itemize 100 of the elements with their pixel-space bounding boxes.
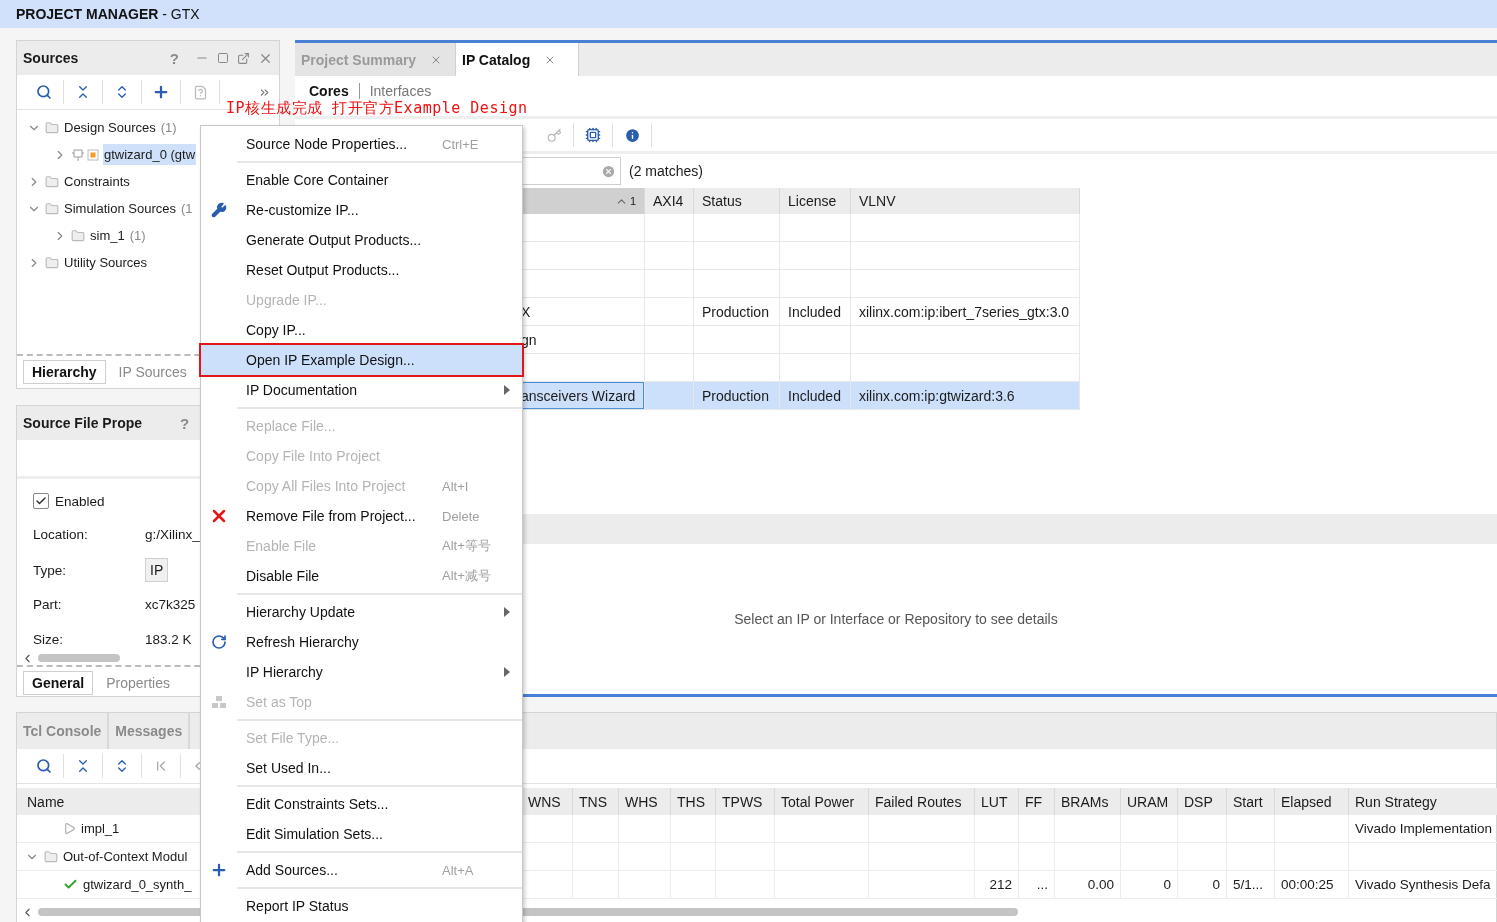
table-cell xyxy=(975,815,1019,843)
details-message: Select an IP or Interface or Repository to see details xyxy=(734,611,1058,627)
table-cell: xilinx.com:ip:gtwizard:3.6 xyxy=(851,382,1080,410)
help-box-icon[interactable] xyxy=(192,84,208,100)
field-value: xc7k325 xyxy=(145,597,196,612)
column-header[interactable]: Run Strategy xyxy=(1349,788,1497,815)
ip-core-icon xyxy=(71,147,99,162)
panel-title: Source File Prope xyxy=(23,415,143,431)
run-name[interactable]: gtwizard_0_synth_ xyxy=(83,877,192,892)
sub-tab[interactable]: Interfaces xyxy=(369,83,442,99)
table-cell: Production xyxy=(694,298,780,326)
editor-tab[interactable]: IP Catalog xyxy=(456,43,579,76)
column-header[interactable]: BRAMs xyxy=(1055,788,1121,815)
field-label: Size: xyxy=(33,632,63,647)
check-icon xyxy=(63,877,78,892)
column-header[interactable]: WNS xyxy=(522,788,573,815)
column-header[interactable]: Elapsed xyxy=(1275,788,1349,815)
play-outline-icon xyxy=(63,822,76,835)
menu-item[interactable]: Generate Output Products... xyxy=(201,225,522,255)
column-header[interactable]: WHS xyxy=(619,788,671,815)
shortcut-hint: Alt+I xyxy=(442,479,469,494)
enabled-checkbox[interactable] xyxy=(33,493,49,509)
column-header[interactable]: TNS xyxy=(573,788,619,815)
menu-item[interactable]: Reset Output Products... xyxy=(201,255,522,285)
column-header[interactable]: VLNV xyxy=(851,188,1080,214)
panel-title: Sources xyxy=(23,50,79,66)
panel-tab[interactable]: Hierarchy xyxy=(23,360,106,384)
float-icon[interactable] xyxy=(237,51,250,65)
sort-order: 1 xyxy=(629,195,636,207)
add-icon[interactable] xyxy=(152,83,170,101)
sub-tab[interactable]: Cores xyxy=(309,83,360,99)
field-label: Location: xyxy=(33,527,88,542)
match-count: (2 matches) xyxy=(629,163,703,179)
menu-item[interactable]: Edit Constraints Sets... xyxy=(201,789,522,819)
table-cell: 00:00:25 xyxy=(1275,871,1349,899)
menu-item[interactable]: Source Node Properties... Ctrl+E xyxy=(201,129,522,159)
folder-icon xyxy=(44,849,58,864)
folder-icon xyxy=(45,174,59,189)
table-cell: Vivado Synthesis Defa xyxy=(1349,871,1497,899)
column-header[interactable]: AXI4 xyxy=(645,188,694,214)
menu-item[interactable]: Enable Core Container xyxy=(201,165,522,195)
column-header[interactable]: Failed Routes xyxy=(869,788,975,815)
tree-item[interactable]: Utility Sources xyxy=(63,252,149,273)
column-header[interactable]: TPWS xyxy=(716,788,775,815)
table-cell xyxy=(1055,815,1121,843)
info-icon[interactable] xyxy=(623,126,641,144)
menu-item[interactable]: IP Documentation xyxy=(201,375,522,405)
menu-item[interactable]: Report IP Status xyxy=(201,891,522,921)
refresh-icon xyxy=(211,634,227,650)
table-cell xyxy=(573,815,619,843)
menu-item[interactable]: Refresh Hierarchy xyxy=(201,627,522,657)
folder-icon xyxy=(45,201,59,216)
menu-item[interactable]: Add Sources... Alt+A xyxy=(201,855,522,885)
menu-item[interactable]: Remove File from Project... Delete xyxy=(201,501,522,531)
search-icon[interactable] xyxy=(36,758,52,774)
clear-icon[interactable] xyxy=(601,163,616,179)
menu-item[interactable]: Open IP Example Design... xyxy=(201,345,522,375)
table-cell xyxy=(780,214,851,242)
maximize-icon[interactable] xyxy=(217,52,229,64)
column-header[interactable]: LUT xyxy=(975,788,1019,815)
tree-item[interactable]: Constraints xyxy=(63,171,131,192)
column-header[interactable]: Total Power xyxy=(775,788,869,815)
column-header[interactable]: THS xyxy=(671,788,716,815)
item-count: (1) xyxy=(160,120,177,135)
add-icon xyxy=(210,861,228,879)
chip-icon[interactable] xyxy=(585,127,601,143)
field-value: g:/Xilinx_ xyxy=(145,527,200,542)
table-cell xyxy=(1227,815,1275,843)
menu-item[interactable]: Copy IP... xyxy=(201,315,522,345)
menu-item[interactable]: Edit Simulation Sets... xyxy=(201,819,522,849)
menu-item[interactable]: Disable File Alt+减号 xyxy=(201,561,522,591)
table-cell xyxy=(780,354,851,382)
run-name[interactable]: impl_1 xyxy=(81,821,120,836)
tree-item[interactable]: sim_1 xyxy=(89,225,126,246)
menu-item[interactable]: IP Hierarchy xyxy=(201,657,522,687)
search-icon[interactable] xyxy=(36,84,52,100)
panel-tab[interactable]: General xyxy=(23,671,94,695)
menu-item[interactable]: Re-customize IP... xyxy=(201,195,522,225)
checkmark-icon xyxy=(35,495,47,507)
table-cell xyxy=(619,815,671,843)
type-field[interactable]: IP xyxy=(145,558,169,582)
column-header[interactable]: URAM xyxy=(1121,788,1178,815)
table-cell: 0.00 xyxy=(1055,871,1121,899)
menu-item[interactable]: Hierarchy Update xyxy=(201,597,522,627)
column-header[interactable]: DSP xyxy=(1178,788,1227,815)
tree-item[interactable]: gtwizard_0 (gtw xyxy=(103,144,197,165)
menu-item[interactable]: Set Used In... xyxy=(201,753,522,783)
column-header[interactable]: License xyxy=(780,188,851,214)
tree-item[interactable]: Design Sources xyxy=(63,117,157,138)
scrollbar-thumb[interactable] xyxy=(38,654,120,662)
table-cell: Vivado Implementation xyxy=(1349,815,1497,843)
column-header[interactable]: FF xyxy=(1019,788,1055,815)
folder-icon xyxy=(45,120,59,135)
column-header[interactable]: Start xyxy=(1227,788,1275,815)
shortcut-hint: Alt+等号 xyxy=(442,538,491,553)
key-icon[interactable] xyxy=(546,127,562,143)
column-header[interactable]: Status xyxy=(694,188,780,214)
table-cell: xilinx.com:ip:ibert_7series_gtx:3.0 xyxy=(851,298,1080,326)
run-name[interactable]: Out-of-Context Modul xyxy=(63,849,188,864)
tree-item[interactable]: Simulation Sources xyxy=(63,198,177,219)
